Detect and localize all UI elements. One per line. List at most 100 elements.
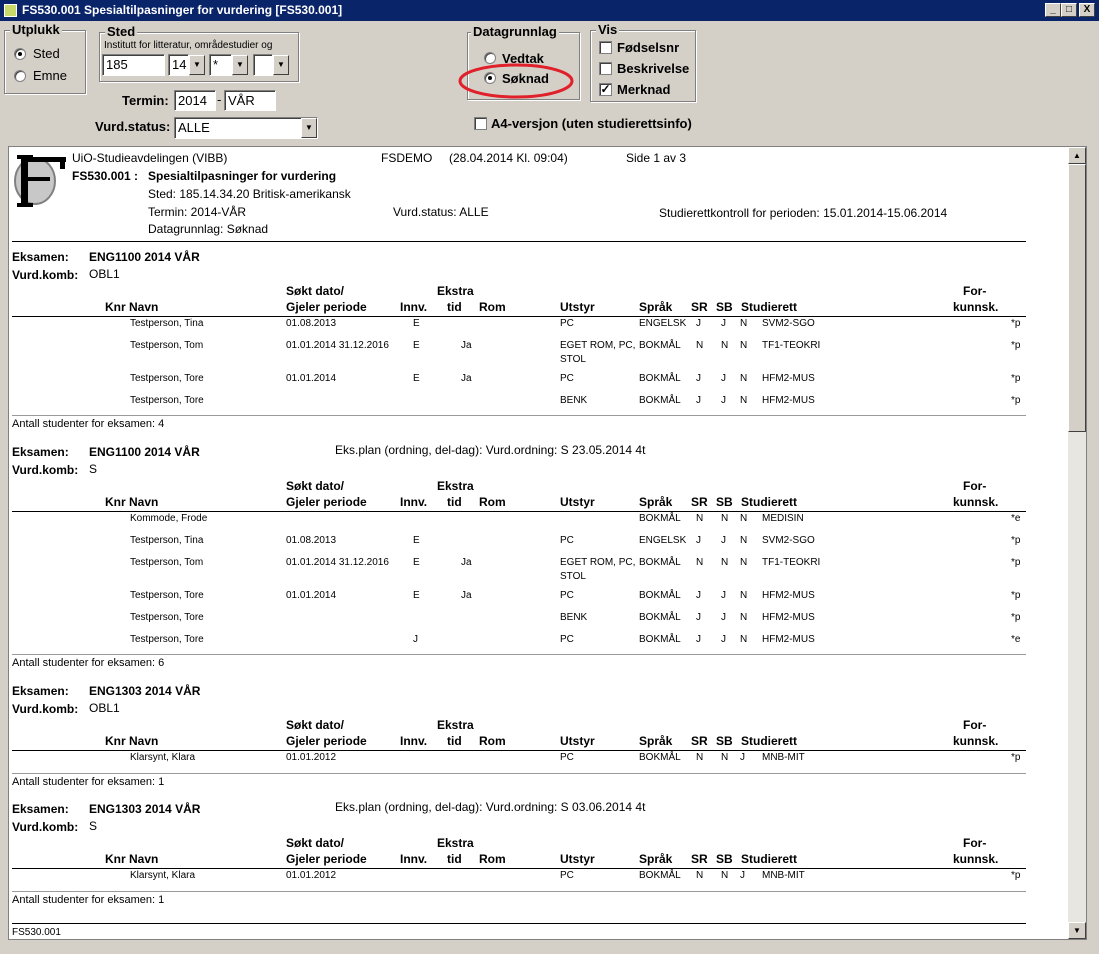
header-divider <box>12 750 1026 751</box>
title-bar: FS530.001 Spesialtilpasninger for vurder… <box>0 0 1099 21</box>
vis-fodselsnr-label: Fødselsnr <box>617 40 680 55</box>
row-studierett: MEDISIN <box>762 513 804 524</box>
vurdkomb-value: S <box>89 819 98 833</box>
sted-code-input[interactable]: 185 <box>102 54 165 76</box>
row-sb: N <box>721 340 729 351</box>
col-header-forkunnsk: For- <box>963 479 987 493</box>
col-header-ekstra: Ekstra <box>437 718 474 732</box>
row-studierett: HFM2-MUS <box>762 395 815 406</box>
vis-beskrivelse-checkbox[interactable] <box>599 62 612 75</box>
utplukk-sted-radio[interactable] <box>14 48 26 60</box>
a4-version-label: A4-versjon (uten studierettsinfo) <box>491 116 692 131</box>
col-header-utstyr: Utstyr <box>560 495 595 509</box>
col-header-innv: Innv. <box>400 495 428 509</box>
row-utstyr: PC <box>560 870 574 881</box>
row-sr: N <box>696 513 704 524</box>
row-n: J <box>740 870 745 881</box>
vurdstatus-dropdown-button[interactable]: ▼ <box>301 118 317 138</box>
termin-label: Termin: <box>122 93 169 108</box>
row-name: Testperson, Tore <box>130 395 204 406</box>
vis-fodselsnr-checkbox[interactable] <box>599 41 612 54</box>
col-header-studierett: Studierett <box>741 300 798 314</box>
row-name: Klarsynt, Klara <box>130 870 196 881</box>
minimize-button[interactable]: _ <box>1045 3 1061 17</box>
scroll-down-arrow-icon[interactable]: ▼ <box>1068 922 1086 939</box>
col-header-gjeler-periode: Gjeler periode <box>286 495 367 509</box>
sted-sub-input[interactable]: 14 <box>168 54 189 76</box>
row-sprak: BOKMÅL <box>639 340 681 351</box>
row-innv: E <box>413 318 420 329</box>
termin-semester-input[interactable]: VÅR <box>224 90 276 111</box>
utplukk-group <box>4 30 86 94</box>
row-sr: J <box>696 395 701 406</box>
row-sprak: ENGELSK <box>639 535 687 546</box>
col-header-sr: SR <box>691 495 708 509</box>
row-sb: J <box>721 373 726 384</box>
row-sprak: BOKMÅL <box>639 590 681 601</box>
row-date: 01.08.2013 <box>286 318 337 329</box>
row-sprak: BOKMÅL <box>639 373 681 384</box>
row-sprak: BOKMÅL <box>639 395 681 406</box>
exam-code: ENG1100 2014 VÅR <box>89 250 200 264</box>
sted-sub3-dropdown-button[interactable]: ▼ <box>232 55 248 75</box>
row-sb: J <box>721 535 726 546</box>
col-header-gjeler-periode: Gjeler periode <box>286 734 367 748</box>
row-date: 01.01.2014 31.12.2016 <box>286 557 389 568</box>
row-utstyr: PC <box>560 752 574 763</box>
header-divider <box>12 316 1026 317</box>
sted-sub3-input[interactable]: * <box>209 54 232 76</box>
scroll-thumb[interactable] <box>1068 164 1086 432</box>
col-header-sb: SB <box>716 734 733 748</box>
row-sprak: BOKMÅL <box>639 752 681 763</box>
row-sprak: BOKMÅL <box>639 557 681 568</box>
scroll-up-arrow-icon[interactable]: ▲ <box>1068 147 1086 164</box>
vis-beskrivelse-label: Beskrivelse <box>617 61 690 76</box>
a4-version-checkbox[interactable] <box>474 117 487 130</box>
row-sr: J <box>696 373 701 384</box>
col-header-studierett: Studierett <box>741 734 798 748</box>
row-date: 01.01.2014 <box>286 373 337 384</box>
sted-title: Sted <box>105 24 138 39</box>
row-utstyr-line2: STOL <box>560 354 586 365</box>
row-studierett: TF1-TEOKRI <box>762 557 821 568</box>
vis-merknad-checkbox[interactable]: ✓ <box>599 83 612 96</box>
col-header-sprak: Språk <box>639 300 673 314</box>
report-viewer[interactable]: UiO-Studieavdelingen (VIBB) FSDEMO (28.0… <box>8 146 1087 940</box>
row-name: Kommode, Frode <box>130 513 208 524</box>
row-sr: J <box>696 634 701 645</box>
sted-sub4-dropdown-button[interactable]: ▼ <box>273 55 289 75</box>
row-sb: N <box>721 752 729 763</box>
maximize-button[interactable]: □ <box>1061 3 1077 17</box>
col-header-kunnsk: kunnsk. <box>953 300 999 314</box>
col-header-sb: SB <box>716 852 733 866</box>
col-header-ekstra: Ekstra <box>437 479 474 493</box>
col-header-innv: Innv. <box>400 852 428 866</box>
vurdkomb-label: Vurd.komb: <box>12 820 79 834</box>
row-name: Testperson, Tore <box>130 373 204 384</box>
row-n: N <box>740 590 748 601</box>
row-name: Testperson, Tina <box>130 318 204 329</box>
exam-count: Antall studenter for eksamen: 1 <box>12 776 165 788</box>
close-button[interactable]: X <box>1079 3 1095 17</box>
vurdstatus-select[interactable]: ALLE <box>174 117 318 139</box>
report-footer-divider <box>12 923 1026 924</box>
row-sb: N <box>721 513 729 524</box>
datagrunnlag-title: Datagrunnlag <box>471 24 559 39</box>
report-code: FS530.001 : <box>72 169 139 183</box>
row-forkunnsk: *p <box>1011 590 1021 601</box>
col-header-sprak: Språk <box>639 852 673 866</box>
exam-count: Antall studenter for eksamen: 4 <box>12 418 165 430</box>
col-header-kunnsk: kunnsk. <box>953 495 999 509</box>
row-utstyr: PC <box>560 318 574 329</box>
report-header-divider <box>12 241 1026 242</box>
utplukk-emne-radio[interactable] <box>14 70 26 82</box>
sted-sub4-input[interactable] <box>253 54 273 76</box>
vertical-scrollbar[interactable]: ▲ ▼ <box>1068 147 1086 939</box>
termin-year-input[interactable]: 2014 <box>174 90 216 111</box>
count-divider <box>12 654 1026 655</box>
sted-description: Institutt for litteratur, områdestudier … <box>104 40 273 51</box>
exam-code: ENG1100 2014 VÅR <box>89 445 200 459</box>
report-timestamp: (28.04.2014 Kl. 09:04) <box>449 151 568 165</box>
col-header-knr-navn: Knr Navn <box>105 300 159 314</box>
sted-sub-dropdown-button[interactable]: ▼ <box>189 55 205 75</box>
